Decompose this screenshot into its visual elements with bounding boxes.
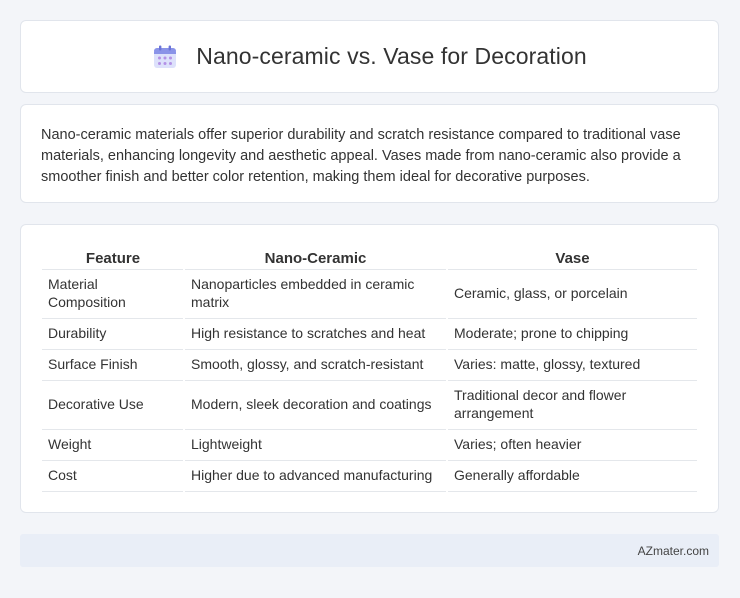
description-text: Nano-ceramic materials offer superior du… — [41, 127, 681, 185]
table-cell: Varies: matte, glossy, textured — [447, 349, 699, 381]
table-cell: Generally affordable — [447, 460, 699, 492]
table-cell: Modern, sleek decoration and coatings — [184, 380, 448, 430]
table-cell: Decorative Use — [42, 380, 185, 430]
title-wrap: Nano-ceramic vs. Vase for Decoration — [152, 43, 587, 70]
calendar-icon — [154, 45, 177, 68]
column-header-nano-ceramic: Nano-Ceramic — [184, 245, 447, 270]
page-title: Nano-ceramic vs. Vase for Decoration — [196, 43, 587, 69]
table-cell: Varies; often heavier — [447, 429, 699, 461]
table-row: Durability High resistance to scratches … — [42, 318, 699, 350]
footer: AZmater.com — [20, 534, 719, 567]
table-row: Material Composition Nanoparticles embed… — [42, 269, 699, 319]
table-cell: Nanoparticles embedded in ceramic matrix — [184, 269, 448, 319]
table-cell: Ceramic, glass, or porcelain — [447, 269, 699, 319]
table-cell: Surface Finish — [42, 349, 185, 381]
column-header-vase: Vase — [447, 245, 698, 270]
table-header-row: Feature Nano-Ceramic Vase — [42, 245, 698, 270]
table-row: Decorative Use Modern, sleek decoration … — [42, 380, 699, 430]
column-header-feature: Feature — [42, 245, 184, 270]
table-row: Cost Higher due to advanced manufacturin… — [42, 460, 699, 492]
title-card: Nano-ceramic vs. Vase for Decoration — [20, 20, 719, 93]
table-cell: Material Composition — [42, 269, 185, 319]
table-cell: High resistance to scratches and heat — [184, 318, 448, 350]
table-cell: Smooth, glossy, and scratch-resistant — [184, 349, 448, 381]
table-row: Surface Finish Smooth, glossy, and scrat… — [42, 349, 699, 381]
comparison-table-card: Feature Nano-Ceramic Vase Material Compo… — [20, 224, 719, 513]
footer-site-link[interactable]: AZmater.com — [638, 544, 709, 558]
table-cell: Higher due to advanced manufacturing — [184, 460, 448, 492]
table-row: Weight Lightweight Varies; often heavier — [42, 429, 699, 461]
table-cell: Moderate; prone to chipping — [447, 318, 699, 350]
description-card: Nano-ceramic materials offer superior du… — [20, 104, 719, 203]
comparison-table: Feature Nano-Ceramic Vase Material Compo… — [42, 245, 699, 492]
table-cell: Traditional decor and flower arrangement — [447, 380, 699, 430]
table-cell: Lightweight — [184, 429, 448, 461]
table-cell: Weight — [42, 429, 185, 461]
table-cell: Durability — [42, 318, 185, 350]
table-cell: Cost — [42, 460, 185, 492]
